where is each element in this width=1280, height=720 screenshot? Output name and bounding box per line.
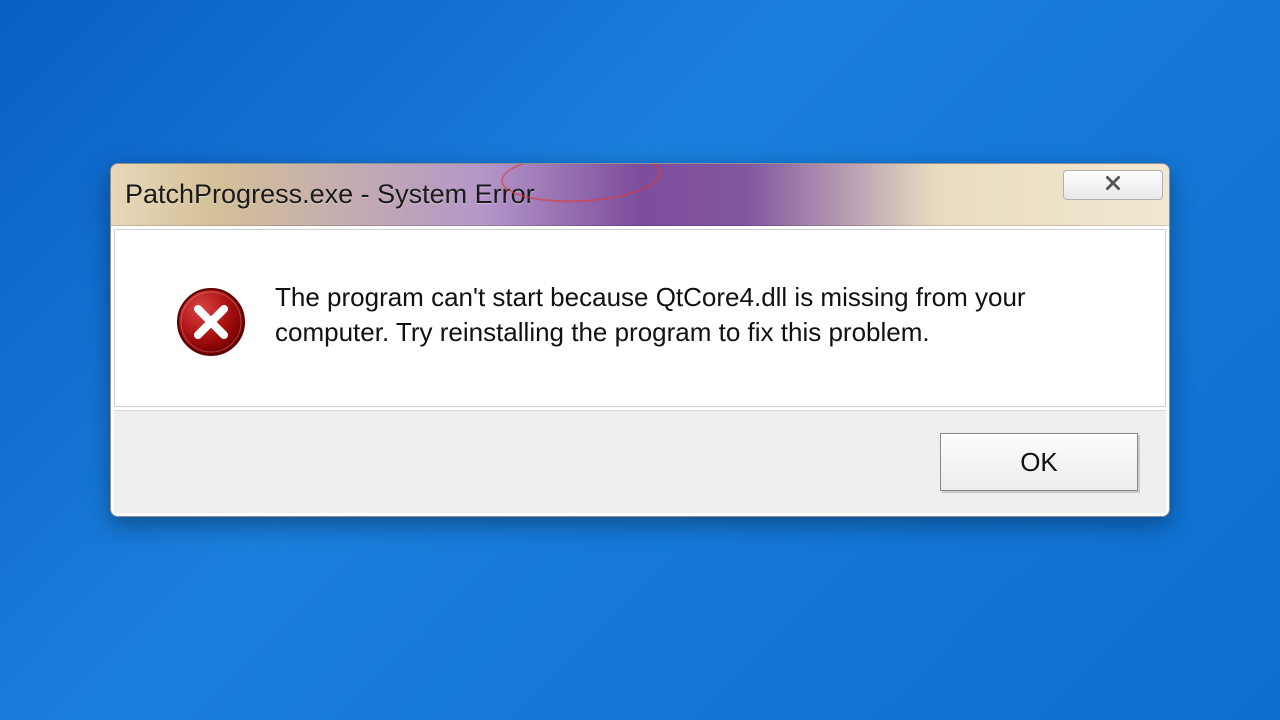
error-message: The program can't start because QtCore4.… — [275, 280, 1117, 350]
close-button[interactable] — [1063, 170, 1163, 200]
close-icon — [1104, 174, 1122, 197]
dialog-title: PatchProgress.exe - System Error — [125, 179, 535, 210]
error-dialog: PatchProgress.exe - System Error — [110, 163, 1170, 517]
ok-button[interactable]: OK — [940, 433, 1138, 491]
button-row: OK — [114, 410, 1166, 513]
error-icon — [175, 286, 247, 358]
titlebar: PatchProgress.exe - System Error — [111, 164, 1169, 226]
dialog-content: The program can't start because QtCore4.… — [114, 229, 1166, 407]
